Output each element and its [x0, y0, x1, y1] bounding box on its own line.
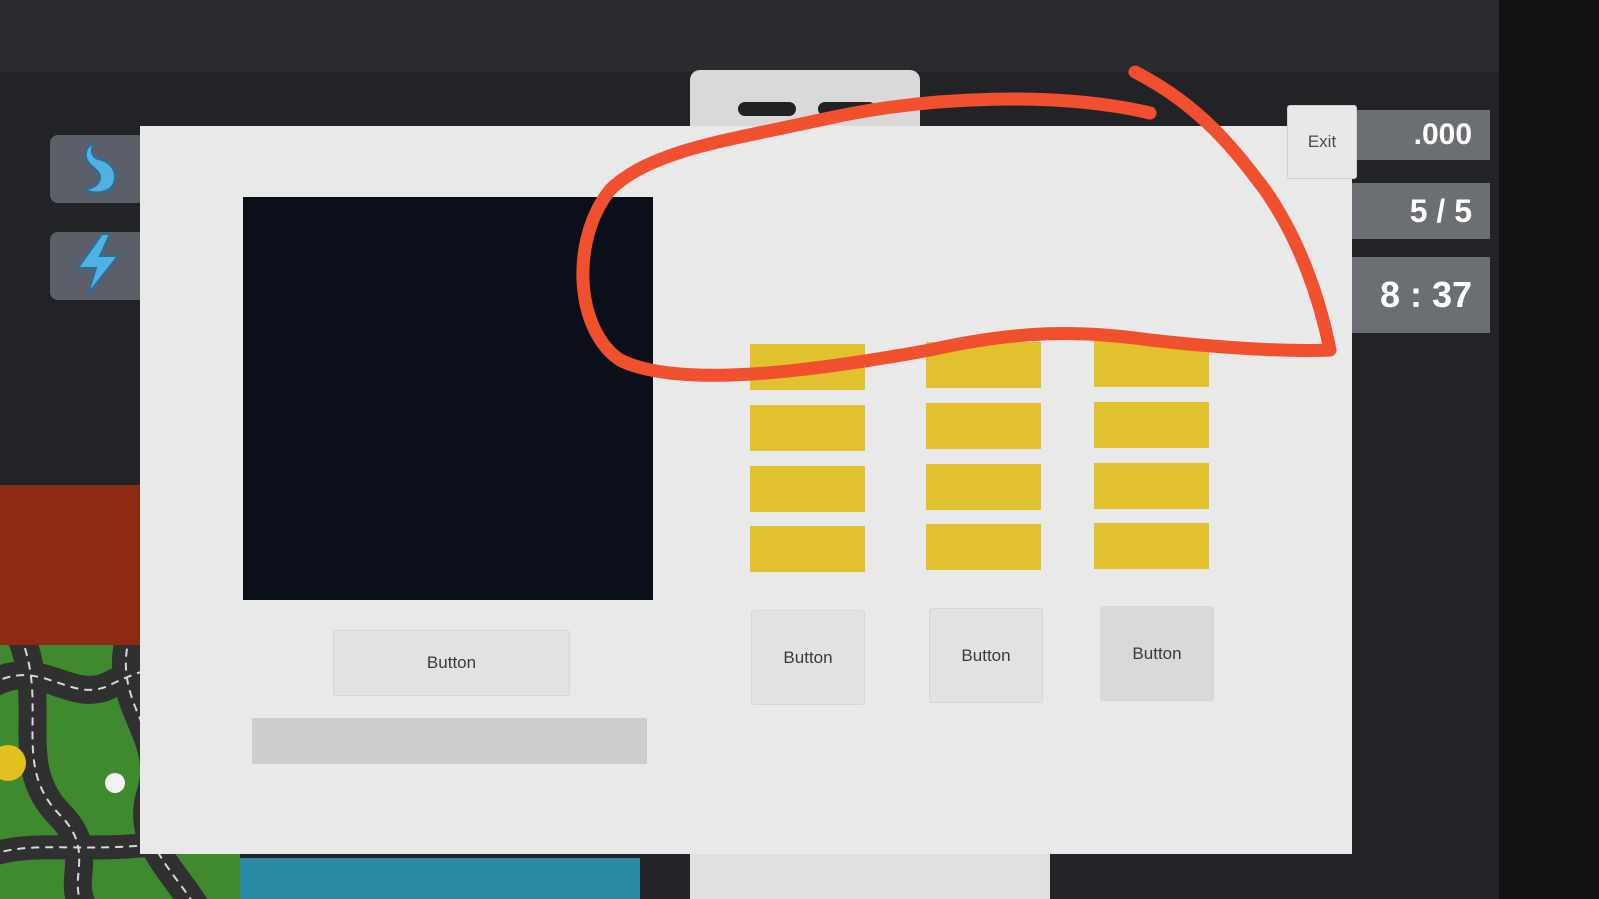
yellow-slot	[1094, 463, 1209, 509]
yellow-slot	[1094, 341, 1209, 387]
character-eyebrow	[818, 102, 876, 116]
yellow-slot	[750, 405, 865, 451]
game-screen: .000 5 / 5 8 : 37 Button Button Button B…	[0, 0, 1599, 899]
stomach-icon	[68, 137, 128, 202]
item-preview	[243, 197, 653, 600]
count-text: 5 / 5	[1409, 192, 1472, 229]
exit-button-label: Exit	[1307, 132, 1337, 151]
lightning-icon	[68, 232, 128, 301]
monitor-bezel-right	[1499, 0, 1599, 899]
column-button-label: Button	[783, 647, 833, 667]
exit-button[interactable]: Exit	[1287, 105, 1357, 179]
preview-button-label: Button	[426, 653, 477, 672]
column-button-2[interactable]: Button	[929, 608, 1043, 703]
yellow-slot	[750, 344, 865, 390]
yellow-slot	[926, 524, 1041, 570]
yellow-slot	[926, 342, 1041, 388]
yellow-slot	[750, 526, 865, 572]
monitor-bezel-top	[0, 0, 1599, 72]
count-display: 5 / 5	[1340, 183, 1490, 239]
column-button-label: Button	[961, 645, 1011, 665]
column-button-1[interactable]: Button	[751, 610, 865, 705]
yellow-slot	[926, 464, 1041, 510]
background-wall	[0, 485, 160, 665]
column-button-label: Button	[1132, 643, 1182, 663]
money-display: .000	[1340, 110, 1490, 160]
yellow-slot	[1094, 523, 1209, 569]
time-text: 8 : 37	[1379, 274, 1472, 315]
yellow-slot	[926, 403, 1041, 449]
time-display: 8 : 37	[1340, 257, 1490, 333]
progress-bar	[252, 718, 647, 764]
yellow-slot	[750, 466, 865, 512]
energy-hud	[50, 232, 145, 300]
background-floor	[240, 858, 640, 899]
character-body	[690, 852, 1050, 899]
preview-button[interactable]: Button	[333, 630, 570, 696]
yellow-slot	[1094, 402, 1209, 448]
money-text: .000	[1413, 118, 1472, 151]
hunger-hud	[50, 135, 145, 203]
column-button-3[interactable]: Button	[1100, 606, 1214, 701]
character-eyebrow	[738, 102, 796, 116]
